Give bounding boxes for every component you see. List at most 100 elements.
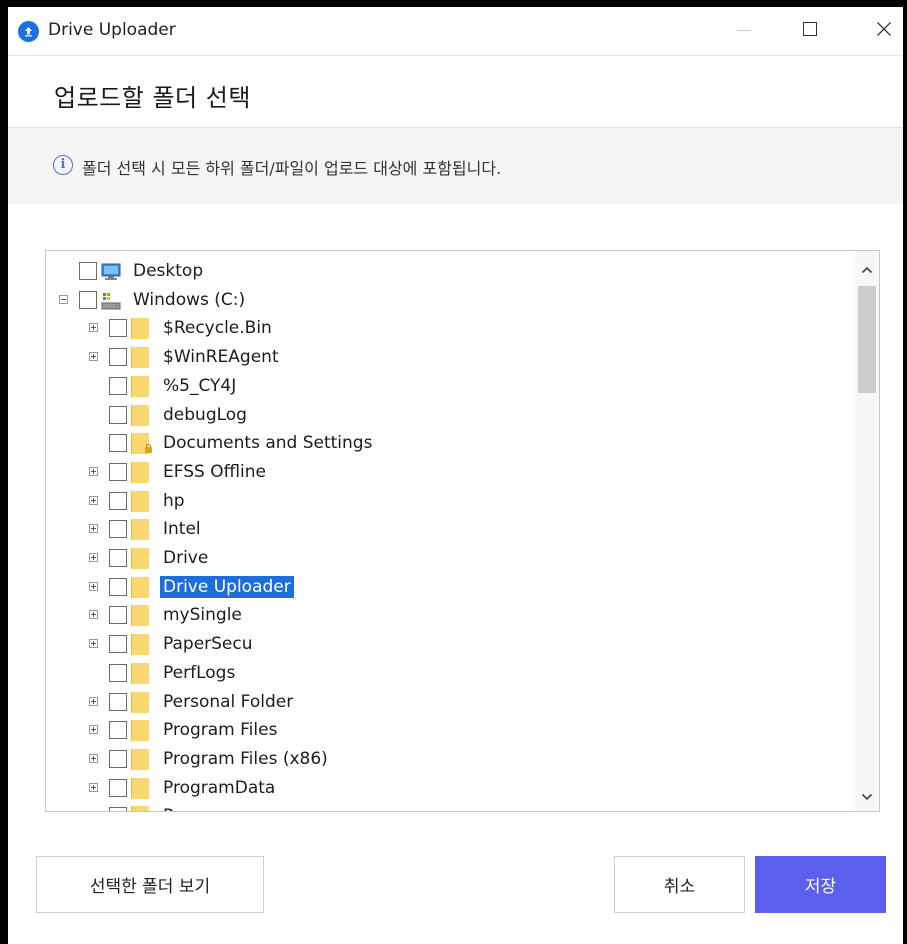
folder-checkbox[interactable]: [109, 749, 127, 768]
tree-item[interactable]: debugLog: [46, 401, 854, 430]
desktop-icon: [101, 263, 121, 281]
expand-icon[interactable]: [89, 639, 98, 649]
info-text: 폴더 선택 시 모든 하위 폴더/파일이 업로드 대상에 포함됩니다.: [82, 159, 502, 178]
tree-item[interactable]: Drive Uploader: [46, 573, 854, 602]
minimize-button[interactable]: [718, 7, 770, 51]
expand-icon[interactable]: [89, 352, 98, 362]
folder-tree[interactable]: Desktop Windows (C:) $Recycle.Bin $WinREAge…: [45, 250, 880, 812]
tree-item[interactable]: $Recycle.Bin: [46, 314, 854, 343]
folder-icon: [131, 519, 149, 541]
tree-item[interactable]: Drive: [46, 544, 854, 573]
expand-icon[interactable]: [89, 495, 98, 505]
close-button[interactable]: [858, 7, 903, 51]
folder-icon: [131, 748, 149, 770]
folder-checkbox[interactable]: [109, 462, 127, 481]
folder-checkbox[interactable]: [109, 778, 127, 797]
tree-item-label: Documents and Settings: [163, 433, 373, 454]
tree-item-label: hp: [163, 490, 185, 511]
tree-item[interactable]: Intel: [46, 515, 854, 544]
tree-item-label: Intel: [163, 519, 201, 540]
save-button[interactable]: 저장: [755, 856, 886, 913]
tree-item[interactable]: hp: [46, 487, 854, 516]
expand-icon[interactable]: [89, 581, 98, 591]
folder-checkbox[interactable]: [109, 606, 127, 625]
folder-checkbox[interactable]: [109, 319, 127, 338]
scroll-up-button[interactable]: [855, 259, 879, 281]
vertical-scrollbar[interactable]: [855, 251, 879, 811]
folder-icon: [131, 605, 149, 627]
expand-icon[interactable]: [89, 725, 98, 735]
tree-item[interactable]: EFSS Offline: [46, 458, 854, 487]
expand-icon[interactable]: [89, 524, 98, 534]
folder-icon: [131, 461, 149, 483]
locked-folder-icon: [131, 433, 152, 455]
tree-item[interactable]: Program Files (x86): [46, 745, 854, 774]
view-selected-folders-button[interactable]: 선택한 폴더 보기: [36, 856, 264, 913]
folder-checkbox[interactable]: [79, 262, 97, 280]
folder-checkbox[interactable]: [109, 549, 127, 567]
expand-icon[interactable]: [89, 753, 98, 763]
folder-checkbox[interactable]: [109, 635, 127, 654]
scroll-down-button[interactable]: [855, 786, 879, 808]
collapse-icon[interactable]: [59, 294, 68, 304]
tree-item-label: Drive Uploader: [160, 575, 294, 598]
scrollbar-thumb[interactable]: [858, 286, 876, 393]
folder-icon: [131, 806, 149, 811]
tree-item-label: Windows (C:): [133, 289, 246, 310]
tree-item[interactable]: Recovery: [46, 802, 854, 811]
expand-icon[interactable]: [89, 696, 98, 706]
folder-checkbox[interactable]: [109, 721, 127, 740]
tree-item[interactable]: PaperSecu: [46, 630, 854, 659]
expand-icon[interactable]: [89, 782, 98, 792]
folder-icon: [131, 548, 149, 569]
folder-checkbox[interactable]: [79, 290, 97, 309]
tree-item[interactable]: Documents and Settings: [46, 429, 854, 458]
title-bar: Drive Uploader: [8, 7, 903, 55]
expand-icon[interactable]: [89, 466, 98, 476]
upload-icon: [18, 21, 39, 42]
tree-item[interactable]: Personal Folder: [46, 688, 854, 717]
tree-item-label: mySingle: [163, 605, 242, 626]
tree-item-label: $WinREAgent: [163, 347, 279, 368]
folder-checkbox[interactable]: [109, 692, 127, 711]
tree-item[interactable]: Program Files: [46, 716, 854, 745]
folder-icon: [131, 347, 149, 369]
folder-checkbox[interactable]: [109, 520, 127, 539]
folder-checkbox[interactable]: [109, 376, 127, 395]
window-title: Drive Uploader: [48, 20, 176, 40]
tree-item-label: PaperSecu: [163, 634, 253, 655]
folder-icon: [131, 720, 149, 742]
folder-checkbox[interactable]: [109, 405, 127, 424]
info-icon: i: [53, 155, 73, 175]
folder-icon: [131, 375, 149, 397]
minimize-icon: [737, 29, 751, 31]
info-banner: i 폴더 선택 시 모든 하위 폴더/파일이 업로드 대상에 포함됩니다.: [8, 127, 903, 204]
folder-checkbox[interactable]: [109, 807, 127, 811]
folder-icon: [131, 691, 149, 713]
folder-tree-list: Desktop Windows (C:) $Recycle.Bin $WinREAge…: [46, 251, 854, 811]
tree-item-label: $Recycle.Bin: [163, 318, 272, 339]
cancel-button[interactable]: 취소: [614, 856, 745, 913]
tree-item-label: %5_CY4J: [163, 375, 237, 396]
folder-checkbox[interactable]: [109, 348, 127, 367]
maximize-button[interactable]: [784, 7, 836, 51]
tree-item[interactable]: Desktop: [46, 257, 854, 286]
expand-icon[interactable]: [89, 323, 98, 333]
folder-checkbox[interactable]: [109, 491, 127, 510]
expand-icon[interactable]: [89, 553, 98, 562]
tree-item[interactable]: ProgramData: [46, 774, 854, 803]
maximize-icon: [803, 22, 817, 36]
tree-item[interactable]: %5_CY4J: [46, 372, 854, 401]
tree-item[interactable]: $WinREAgent: [46, 343, 854, 372]
folder-checkbox[interactable]: [109, 663, 127, 682]
folder-checkbox[interactable]: [109, 434, 127, 453]
tree-item[interactable]: Windows (C:): [46, 286, 854, 315]
folder-icon: [131, 576, 149, 598]
tree-item[interactable]: PerfLogs: [46, 659, 854, 688]
tree-item-label: debugLog: [163, 404, 247, 425]
expand-icon[interactable]: [89, 610, 98, 620]
chevron-down-icon: [861, 793, 873, 801]
folder-checkbox[interactable]: [109, 577, 127, 596]
page-title: 업로드할 폴더 선택: [54, 84, 251, 112]
tree-item[interactable]: mySingle: [46, 601, 854, 630]
